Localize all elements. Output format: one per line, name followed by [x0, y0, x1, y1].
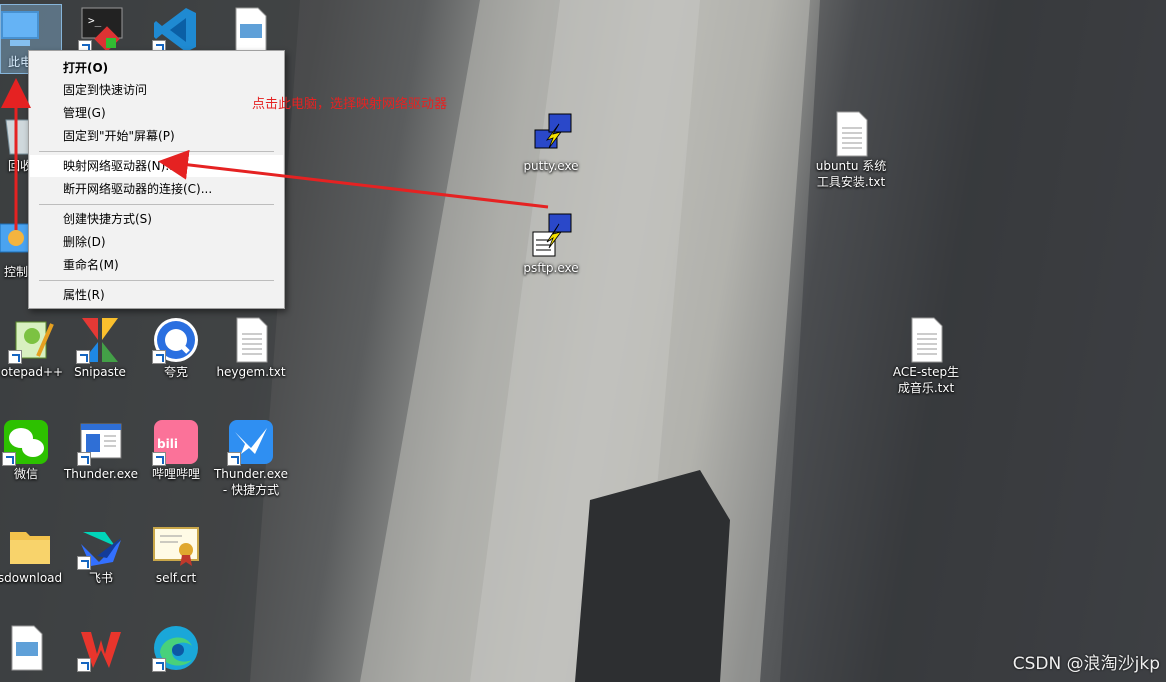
image-file-icon-item[interactable] [210, 6, 290, 54]
menu-separator [39, 204, 274, 205]
menu-item-map-network-drive[interactable]: 映射网络驱动器(N)... [30, 155, 283, 177]
thunder-shortcut-icon-item[interactable]: Thunder.exe - 快捷方式 [211, 418, 291, 498]
vscode-icon-item[interactable] [136, 6, 216, 54]
bilibili-icon-item[interactable]: bili 哔哩哔哩 [136, 418, 216, 482]
menu-item-create-shortcut[interactable]: 创建快捷方式(S) [30, 208, 283, 230]
heygem-icon-item[interactable]: heygem.txt [211, 316, 291, 380]
text-file-icon [236, 317, 268, 363]
selfcrt-icon-item[interactable]: self.crt [136, 522, 216, 586]
desktop-icon-label: 哔哩哔哩 [151, 467, 200, 481]
desktop-icon-label: sdownload [0, 571, 63, 585]
desktop-icon-label: heygem.txt [216, 365, 286, 379]
shortcut-arrow-icon [152, 658, 166, 672]
svg-text:>_: >_ [88, 14, 102, 27]
shortcut-arrow-icon [77, 556, 91, 570]
quark-icon-item[interactable]: 夸克 [136, 316, 216, 380]
text-file-icon [911, 317, 943, 363]
desktop-icon-label: 微信 [13, 467, 38, 481]
desktop-icon-label: putty.exe [523, 159, 579, 173]
watermark: CSDN @浪淘沙jkp [1012, 654, 1160, 674]
putty-icon [534, 113, 572, 149]
menu-item-pin-quick-access[interactable]: 固定到快速访问 [30, 79, 283, 101]
desktop-icon-label: self.crt [155, 571, 197, 585]
folder-icon [10, 532, 50, 564]
desktop-icon-label: Thunder.exe - 快捷方式 [213, 467, 289, 497]
image-file-2-icon-item[interactable] [0, 624, 66, 672]
download-icon-item[interactable]: sdownload [0, 522, 70, 586]
annotation-text: 点击此电脑，选择映射网络驱动器 [252, 97, 448, 112]
shortcut-arrow-icon [152, 350, 166, 364]
thunder-icon-item[interactable]: Thunder.exe [61, 418, 141, 482]
desktop-icon-label: ACE-step生 成音乐.txt [892, 365, 960, 395]
edge-icon-item[interactable] [136, 624, 216, 672]
menu-separator [39, 280, 274, 281]
psftp-icon-item[interactable]: psftp.exe [511, 212, 591, 276]
menu-item-open[interactable]: 打开(O) [30, 57, 283, 79]
menu-item-disconnect-network-drive[interactable]: 断开网络驱动器的连接(C)... [30, 178, 283, 200]
text-file-icon [836, 111, 868, 157]
shortcut-arrow-icon [76, 350, 90, 364]
desktop-icon-label: 飞书 [88, 571, 113, 585]
menu-item-properties[interactable]: 属性(R) [30, 284, 283, 306]
image-file-icon [11, 625, 43, 671]
context-menu: 打开(O) 固定到快速访问 管理(G) 固定到"开始"屏幕(P) 映射网络驱动器… [28, 50, 285, 309]
certificate-icon [153, 527, 199, 566]
menu-separator [39, 151, 274, 152]
ubuntu-txt-icon-item[interactable]: ubuntu 系统 工具安装.txt [811, 110, 891, 190]
shortcut-arrow-icon [77, 658, 91, 672]
menu-item-pin-start[interactable]: 固定到"开始"屏幕(P) [30, 125, 283, 147]
wechat-icon-item[interactable]: 微信 [0, 418, 66, 482]
desktop-icon-label: Snipaste [74, 365, 126, 379]
menu-item-delete[interactable]: 删除(D) [30, 231, 283, 253]
terminal-icon-item[interactable]: >_ [62, 6, 142, 54]
wps-icon-item[interactable] [61, 624, 141, 672]
feishu-icon-item[interactable]: 飞书 [61, 522, 141, 586]
snipaste-icon-item[interactable]: Snipaste [60, 316, 140, 380]
shortcut-arrow-icon [2, 452, 16, 466]
desktop-icon-label: ubuntu 系统 工具安装.txt [815, 159, 887, 189]
ace-step-icon-item[interactable]: ACE-step生 成音乐.txt [886, 316, 966, 396]
shortcut-arrow-icon [8, 350, 22, 364]
shortcut-arrow-icon [77, 452, 91, 466]
desktop-icon-label: 夸克 [163, 365, 188, 379]
menu-item-manage[interactable]: 管理(G) [30, 102, 283, 124]
putty-icon-item[interactable]: putty.exe [511, 110, 591, 174]
shortcut-arrow-icon [152, 452, 166, 466]
desktop-icon-label: Thunder.exe [63, 467, 139, 481]
menu-item-rename[interactable]: 重命名(M) [30, 254, 283, 276]
psftp-icon [532, 213, 572, 257]
svg-text:bili: bili [157, 437, 178, 451]
shortcut-arrow-icon [227, 452, 241, 466]
image-file-icon [235, 7, 267, 53]
desktop-icon-label: psftp.exe [523, 261, 579, 275]
